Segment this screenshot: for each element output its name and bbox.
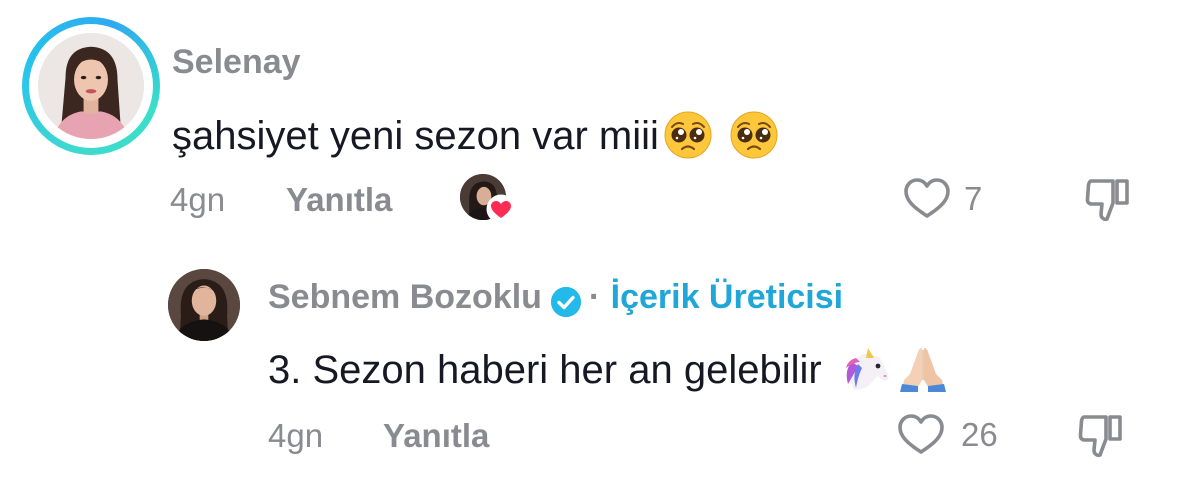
avatar-image	[38, 33, 144, 139]
dislike-button[interactable]	[1083, 175, 1133, 225]
reply-header: Sebnem Bozoklu · İçerik Üreticisi	[268, 280, 843, 322]
like-button[interactable]	[902, 176, 952, 222]
reply-text: 3. Sezon haberi her an gelebilir	[268, 348, 822, 393]
thumbs-down-icon	[1085, 179, 1129, 222]
comment-age: 4gn	[170, 181, 226, 218]
reply-dislike-button[interactable]	[1076, 411, 1126, 461]
heart-filled-icon	[486, 194, 516, 224]
reply-age: 4gn	[268, 417, 324, 454]
reply-username[interactable]: Sebnem Bozoklu	[268, 278, 542, 316]
heart-outline-icon	[904, 178, 950, 218]
thumbs-down-icon	[1078, 415, 1122, 458]
folded-hands-emoji	[896, 344, 950, 401]
reply-text-row: 3. Sezon haberi her an gelebilir	[268, 344, 950, 401]
like-count: 7	[964, 180, 983, 217]
reply-like-count: 26	[961, 416, 998, 453]
heart-outline-icon	[898, 414, 944, 454]
creator-badge: İçerik Üreticisi	[610, 278, 844, 316]
avatar[interactable]	[38, 33, 144, 139]
reply-like-button[interactable]	[896, 412, 946, 458]
unicorn-emoji	[840, 344, 894, 401]
reply-reply-button[interactable]: Yanıtla	[383, 419, 489, 452]
comment-text: şahsiyet yeni sezon var miii	[172, 114, 659, 159]
pleading-face-emoji	[729, 110, 779, 167]
comment-username[interactable]: Selenay	[172, 45, 301, 79]
separator: ·	[588, 278, 601, 316]
reply-button[interactable]: Yanıtla	[286, 183, 392, 216]
story-ring[interactable]	[22, 17, 160, 155]
pleading-face-emoji	[663, 110, 713, 167]
verified-badge-icon	[550, 286, 582, 322]
reply-avatar[interactable]	[168, 269, 240, 341]
reply-avatar-image	[168, 269, 240, 341]
comment-text-row: şahsiyet yeni sezon var miii	[172, 110, 779, 167]
